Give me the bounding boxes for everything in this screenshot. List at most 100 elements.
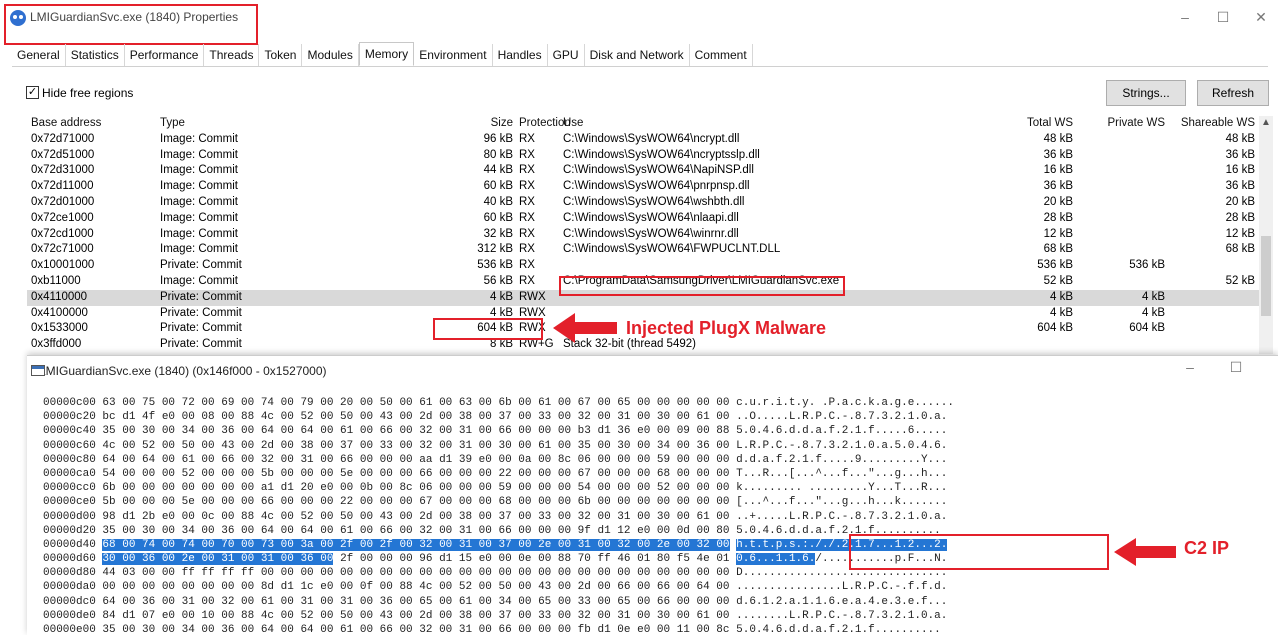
hide-free-regions-checkbox[interactable]: ✓ (26, 86, 39, 99)
hex-line: 00000c40 35 00 30 00 34 00 36 00 64 00 6… (43, 424, 954, 438)
tab-threads[interactable]: Threads (204, 44, 260, 66)
table-scrollbar[interactable]: ▲ (1259, 116, 1273, 354)
cell-type: Private: Commit (160, 290, 242, 303)
table-row[interactable]: 0x72ce1000 Image: Commit 60 kB RX C:\Windows… (27, 211, 1259, 227)
cell-total-ws: 68 kB (1043, 243, 1073, 256)
cell-use: C:\Windows\SysWOW64\NapiNSP.dll (563, 164, 754, 177)
cell-total-ws: 28 kB (1043, 211, 1073, 224)
hex-window-title: LMIGuardianSvc.exe (1840) (0x146f000 - 0… (31, 364, 327, 378)
tab-comment[interactable]: Comment (690, 44, 753, 66)
cell-size: 56 kB (483, 275, 513, 287)
tab-handles[interactable]: Handles (493, 44, 548, 66)
cell-use: C:\Windows\SysWOW64\winrnr.dll (563, 227, 739, 240)
cell-shareable-ws: 68 kB (1225, 243, 1255, 256)
hex-bytes: 00000d40 (43, 538, 103, 551)
cell-protection: RX (519, 132, 535, 145)
cell-type: Image: Commit (160, 275, 238, 287)
minimize-button[interactable]: – (1170, 6, 1200, 28)
cell-type: Private: Commit (160, 322, 242, 335)
tab-modules[interactable]: Modules (302, 44, 359, 66)
close-button[interactable]: ✕ (1246, 6, 1276, 28)
hex-bytes: 00000d00 98 d1 2b e0 00 0c 00 88 4c 00 5… (43, 510, 948, 523)
hex-line: 00000ce0 5b 00 00 00 5e 00 00 00 66 00 0… (43, 495, 954, 509)
tab-token[interactable]: Token (259, 44, 303, 66)
injected-annotation: Injected PlugX Malware (626, 318, 827, 338)
table-row[interactable]: 0x72cd1000 Image: Commit 32 kB RX C:\Windows… (27, 227, 1259, 243)
scroll-up-icon[interactable]: ▲ (1259, 116, 1273, 130)
hide-free-regions-label: Hide free regions (42, 86, 134, 100)
cell-protection: RX (519, 164, 535, 177)
table-row[interactable]: 0x10001000 Private: Commit 536 kB RX 536 kB 5… (27, 258, 1259, 274)
column-header-shareable-ws[interactable]: Shareable WS (1171, 116, 1255, 132)
cell-type: Image: Commit (160, 148, 238, 161)
tab-disk-and-network[interactable]: Disk and Network (585, 44, 690, 66)
cell-total-ws: 4 kB (1049, 306, 1073, 319)
column-header-total-ws[interactable]: Total WS (967, 116, 1073, 132)
hex-line: 00000d00 98 d1 2b e0 00 0c 00 88 4c 00 5… (43, 510, 954, 524)
tab-environment[interactable]: Environment (414, 44, 493, 66)
refresh-button[interactable]: Refresh (1197, 80, 1269, 106)
hex-bytes: 00000d20 35 00 30 00 34 00 36 00 64 00 6… (43, 524, 941, 537)
cell-size: 536 kB (477, 259, 513, 272)
strings-button[interactable]: Strings... (1106, 80, 1186, 106)
column-header-type[interactable]: Type (160, 116, 185, 132)
table-row[interactable]: 0x72d11000 Image: Commit 60 kB RX C:\Windows… (27, 179, 1259, 195)
table-row[interactable]: 0x72c71000 Image: Commit 312 kB RX C:\Window… (27, 242, 1259, 258)
column-header-base-address[interactable]: Base address (31, 116, 101, 132)
hex-maximize-button[interactable]: ☐ (1221, 356, 1251, 378)
hex-bytes: 00000ce0 5b 00 00 00 5e 00 00 00 66 00 0… (43, 496, 948, 509)
tab-statistics[interactable]: Statistics (66, 44, 125, 66)
column-header-use[interactable]: Use (563, 116, 583, 132)
cell-type: Private: Commit (160, 259, 242, 272)
table-header: Base address Type Size Protection Use To… (27, 116, 1259, 132)
cell-shareable-ws: 20 kB (1225, 196, 1255, 208)
cell-private-ws: 4 kB (1141, 290, 1165, 303)
cell-protection: RX (519, 259, 535, 272)
hex-bytes: 2f 00 00 00 96 d1 15 e0 00 0e 00 88 70 f… (333, 553, 737, 566)
column-header-size[interactable]: Size (407, 116, 513, 132)
scroll-thumb[interactable] (1261, 236, 1271, 316)
cell-size: 40 kB (483, 196, 513, 208)
tab-memory[interactable]: Memory (358, 42, 415, 66)
cell-type: Image: Commit (160, 164, 238, 177)
cell-total-ws: 36 kB (1043, 180, 1073, 193)
table-row[interactable]: 0x72d01000 Image: Commit 40 kB RX C:\Windows… (27, 195, 1259, 211)
cell-shareable-ws: 48 kB (1225, 132, 1255, 145)
hex-bytes: 00000c60 4c 00 52 00 50 00 43 00 2d 00 3… (43, 439, 948, 452)
cell-base-address: 0x72ce1000 (31, 211, 94, 224)
cell-type: Image: Commit (160, 243, 238, 256)
hex-dump[interactable]: 00000c00 63 00 75 00 72 00 69 00 74 00 7… (43, 396, 954, 635)
cell-type: Image: Commit (160, 132, 238, 145)
cell-total-ws: 4 kB (1049, 290, 1073, 303)
table-row[interactable]: 0x72d71000 Image: Commit 96 kB RX C:\Windows… (27, 132, 1259, 148)
tab-general[interactable]: General (12, 44, 66, 66)
maximize-button[interactable]: ☐ (1208, 6, 1238, 28)
hex-line: 00000d20 35 00 30 00 34 00 36 00 64 00 6… (43, 524, 954, 538)
cell-protection: RX (519, 211, 535, 224)
cell-protection: RX (519, 148, 535, 161)
table-row[interactable]: 0x72d51000 Image: Commit 80 kB RX C:\Windows… (27, 148, 1259, 164)
cell-use: C:\Windows\SysWOW64\ncrypt.dll (563, 132, 740, 145)
cell-total-ws: 48 kB (1043, 132, 1073, 145)
hex-minimize-button[interactable]: – (1175, 356, 1205, 378)
tab-performance[interactable]: Performance (125, 44, 205, 66)
use-path-highlight-box (559, 276, 845, 296)
injected-arrow-icon (553, 313, 617, 343)
hex-bytes: 00000cc0 6b 00 00 00 00 00 00 00 a1 d1 2… (43, 482, 948, 495)
hex-line: 00000dc0 64 00 36 00 31 00 32 00 61 00 3… (43, 595, 954, 609)
hex-line: 00000c20 bc d1 4f e0 00 08 00 88 4c 00 5… (43, 410, 954, 424)
hex-line: 00000d60 30 00 36 00 2e 00 31 00 31 00 3… (43, 552, 954, 566)
cell-use: C:\Windows\SysWOW64\pnrpnsp.dll (563, 180, 750, 193)
cell-type: Private: Commit (160, 338, 242, 351)
cell-protection: RX (519, 227, 535, 240)
column-header-private-ws[interactable]: Private WS (1083, 116, 1165, 132)
hex-viewer-window: LMIGuardianSvc.exe (1840) (0x146f000 - 0… (27, 355, 1278, 635)
hex-line: 00000ca0 54 00 00 00 52 00 00 00 5b 00 0… (43, 467, 954, 481)
table-row[interactable]: 0x3ffd000 Private: Commit 8 kB RW+G Stack 32… (27, 337, 1259, 353)
cell-shareable-ws: 36 kB (1225, 148, 1255, 161)
cell-size: 32 kB (483, 227, 513, 240)
hex-window-title-text: LMIGuardianSvc.exe (1840) (0x146f000 - 0… (39, 364, 327, 378)
tab-gpu[interactable]: GPU (548, 44, 585, 66)
table-row[interactable]: 0x72d31000 Image: Commit 44 kB RX C:\Windows… (27, 163, 1259, 179)
hex-bytes: 00000dc0 64 00 36 00 31 00 32 00 61 00 3… (43, 595, 948, 608)
